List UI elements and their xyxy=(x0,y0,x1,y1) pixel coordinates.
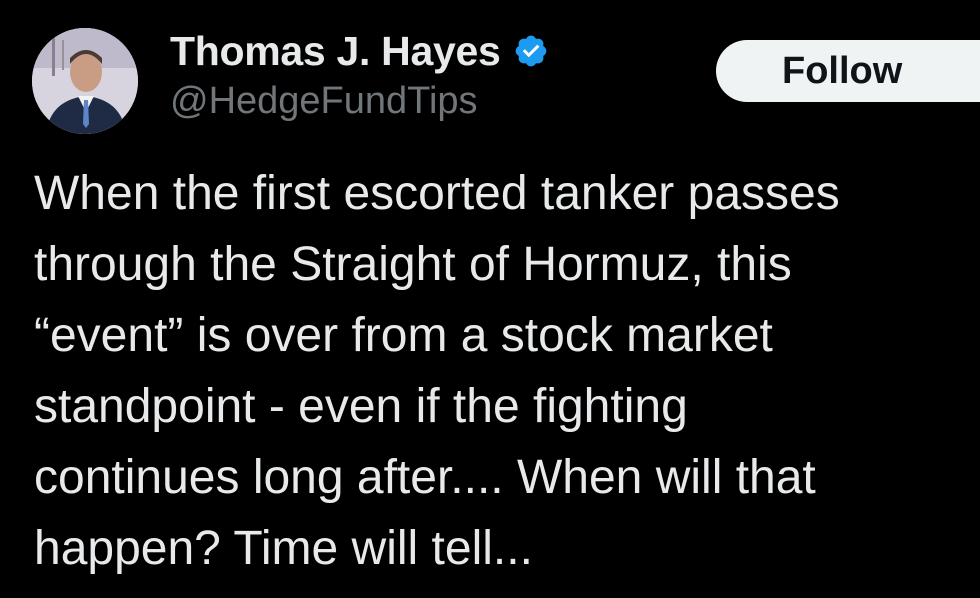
tweet-line: through the Straight of Hormuz, this xyxy=(34,238,792,291)
verified-badge-icon[interactable] xyxy=(513,33,549,69)
avatar-photo xyxy=(32,28,138,134)
author-display-name[interactable]: Thomas J. Hayes xyxy=(170,28,501,75)
tweet-line: “event” is over from a stock market xyxy=(34,309,773,362)
tweet-text: When the first escorted tanker passes th… xyxy=(34,158,980,584)
avatar[interactable] xyxy=(32,28,138,134)
tweet-line: standpoint - even if the fighting xyxy=(34,380,688,433)
author-name-row: Thomas J. Hayes xyxy=(170,26,549,76)
follow-button[interactable]: Follow xyxy=(716,40,980,102)
tweet-line: continues long after.... When will that xyxy=(34,451,816,504)
tweet-line: happen? Time will tell... xyxy=(34,522,533,575)
tweet-line: When the first escorted tanker passes xyxy=(34,167,840,220)
author-handle[interactable]: @HedgeFundTips xyxy=(170,80,478,123)
